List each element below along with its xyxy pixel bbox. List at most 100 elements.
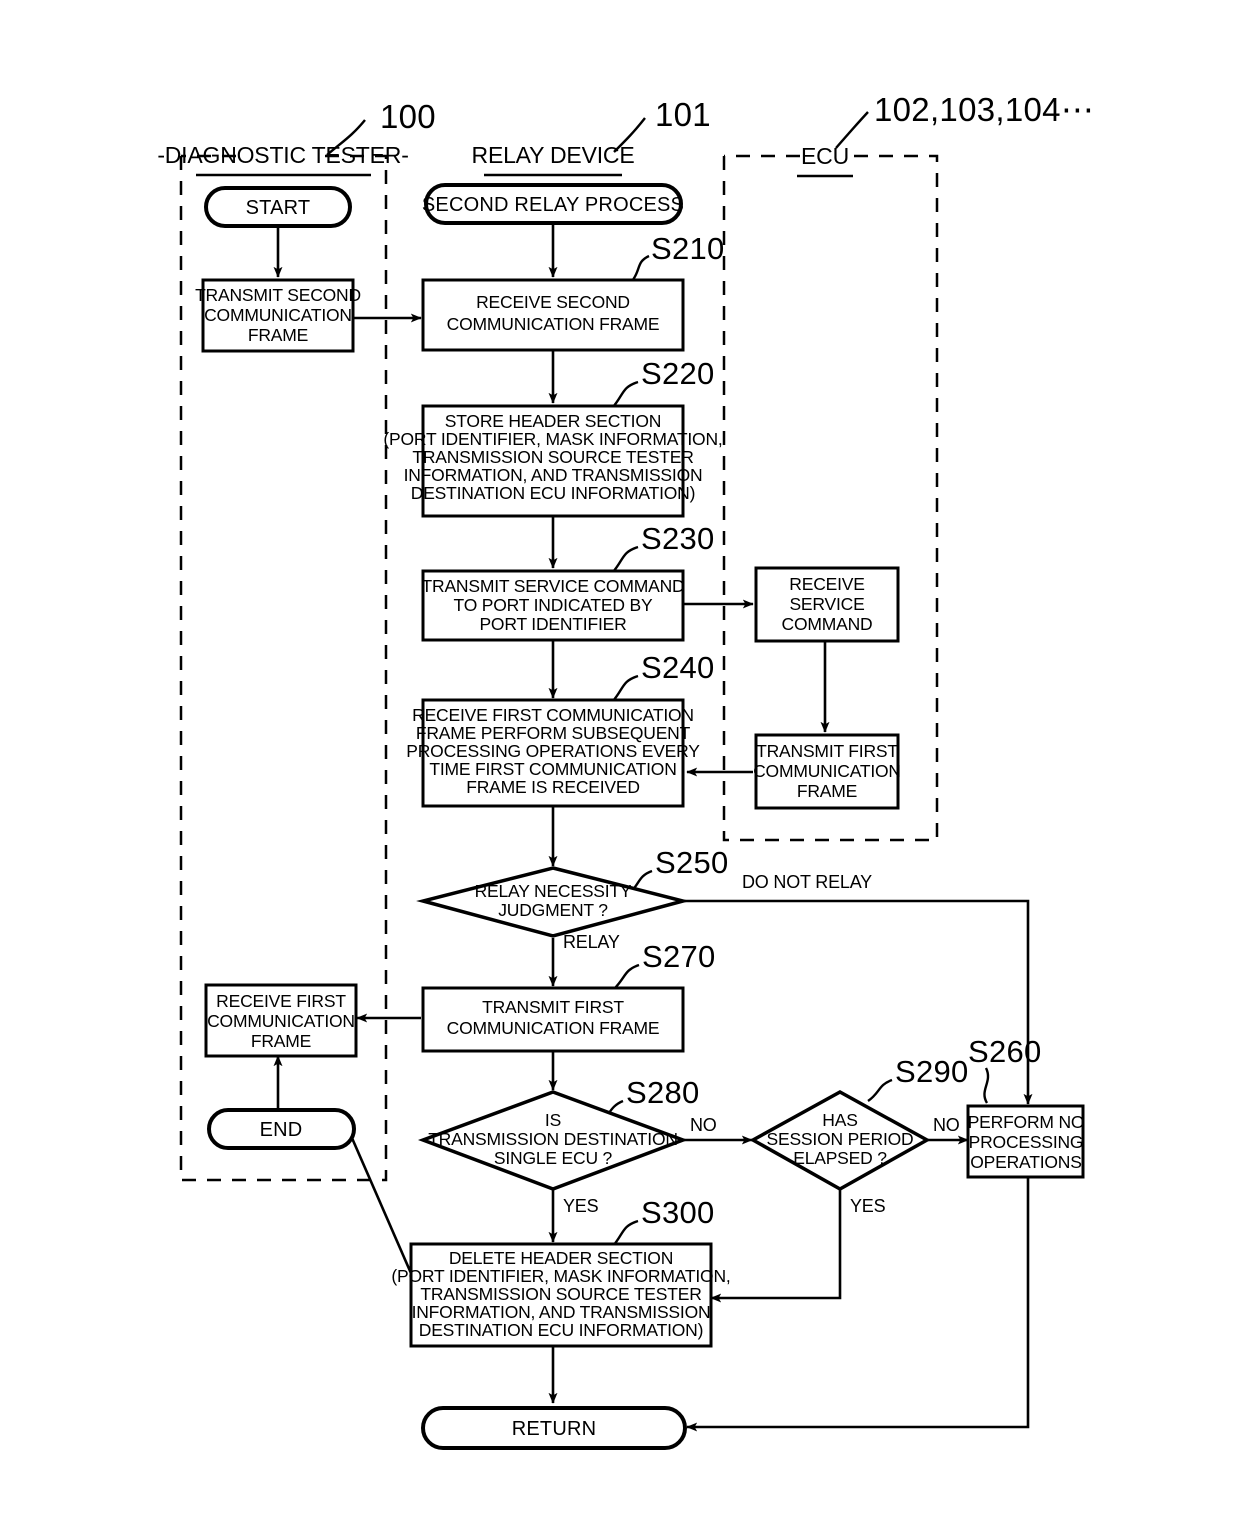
node-s240-line-1: RECEIVE FIRST COMMUNICATION xyxy=(412,705,694,725)
branch-label-s280-yes: YES xyxy=(563,1196,599,1216)
node-s290-line-2: SESSION PERIOD xyxy=(767,1129,914,1149)
node-receive-service-line-2: SERVICE xyxy=(789,594,864,614)
step-label-s220: S220 xyxy=(641,356,715,391)
node-s300-line-2: (PORT IDENTIFIER, MASK INFORMATION, xyxy=(391,1266,730,1286)
node-s220-store-header-section[interactable]: STORE HEADER SECTION (PORT IDENTIFIER, M… xyxy=(383,404,723,518)
node-transmit-second-line-2: COMMUNICATION xyxy=(204,305,352,325)
reference-number-101: 101 xyxy=(655,96,711,133)
step-leader-s300: S300 xyxy=(612,1195,715,1247)
node-s240-line-5: FRAME IS RECEIVED xyxy=(466,777,640,797)
node-s280-line-1: IS xyxy=(545,1110,561,1130)
node-s250-line-2: JUDGMENT ? xyxy=(498,900,608,920)
step-leader-s230: S230 xyxy=(612,521,715,573)
node-receive-first-communication-frame-tester[interactable]: RECEIVE FIRST COMMUNICATION FRAME xyxy=(204,983,358,1058)
node-s290-line-1: HAS xyxy=(822,1110,857,1130)
node-receive-first-tester-line-3: FRAME xyxy=(251,1031,311,1051)
node-return-label: RETURN xyxy=(512,1418,597,1440)
step-leader-s210: S210 xyxy=(631,231,725,282)
node-s250-line-1: RELAY NECESSITY xyxy=(475,881,632,901)
node-transmit-second-line-1: TRANSMIT SECOND xyxy=(195,285,361,305)
node-receive-service-line-1: RECEIVE xyxy=(789,574,864,594)
step-label-s250: S250 xyxy=(655,845,729,880)
step-leader-s290: S290 xyxy=(867,1054,969,1102)
step-label-s230: S230 xyxy=(641,521,715,556)
node-s300-line-3: TRANSMISSION SOURCE TESTER xyxy=(420,1284,701,1304)
branch-label-s250-do-not-relay: DO NOT RELAY xyxy=(742,872,872,892)
connector-s300-to-end xyxy=(343,1121,419,1288)
node-transmit-first-ecu-line-2: COMMUNICATION xyxy=(753,761,901,781)
node-s220-line-5: DESTINATION ECU INFORMATION) xyxy=(411,483,695,503)
branch-label-s250-relay: RELAY xyxy=(563,932,620,952)
figure-page: -DIAGNOSTIC TESTER- ECU RELAY DEVICE 100… xyxy=(0,0,1240,1526)
step-label-s270: S270 xyxy=(642,939,716,974)
step-label-s210: S210 xyxy=(651,231,725,266)
reference-leader-102: 102,103,104⋯ xyxy=(835,91,1094,149)
node-transmit-first-ecu-line-3: FRAME xyxy=(797,781,857,801)
node-s260-perform-no-processing-operations[interactable]: PERFORM NO PROCESSING OPERATIONS xyxy=(966,1104,1085,1179)
branch-label-s290-no: NO xyxy=(933,1115,960,1135)
node-s290-has-session-period-elapsed[interactable]: HAS SESSION PERIOD ELAPSED ? xyxy=(749,1090,931,1192)
reference-number-100: 100 xyxy=(380,98,436,135)
step-label-s260: S260 xyxy=(968,1034,1042,1069)
node-s220-line-1: STORE HEADER SECTION xyxy=(445,411,661,431)
flowchart-canvas: -DIAGNOSTIC TESTER- ECU RELAY DEVICE 100… xyxy=(157,91,1094,1450)
node-end-label: END xyxy=(260,1119,303,1141)
node-s290-line-3: ELAPSED ? xyxy=(793,1148,887,1168)
node-s240-line-3: PROCESSING OPERATIONS EVERY xyxy=(406,741,700,761)
step-label-s290: S290 xyxy=(895,1054,969,1089)
node-s260-line-2: PROCESSING xyxy=(969,1132,1084,1152)
node-s230-transmit-service-command[interactable]: TRANSMIT SERVICE COMMAND TO PORT INDICAT… xyxy=(421,569,685,642)
node-s210-line-2: COMMUNICATION FRAME xyxy=(447,314,660,334)
node-s270-transmit-first-communication-frame[interactable]: TRANSMIT FIRST COMMUNICATION FRAME xyxy=(421,986,685,1053)
node-start[interactable]: START xyxy=(204,186,352,228)
step-leader-s270: S270 xyxy=(613,939,716,990)
node-receive-service-command[interactable]: RECEIVE SERVICE COMMAND xyxy=(754,566,900,643)
node-second-relay-process-label: SECOND RELAY PROCESS xyxy=(422,194,684,216)
node-s300-delete-header-section[interactable]: DELETE HEADER SECTION (PORT IDENTIFIER, … xyxy=(391,1242,731,1348)
node-start-label: START xyxy=(246,197,311,219)
step-leader-s240: S240 xyxy=(612,650,715,702)
step-label-s240: S240 xyxy=(641,650,715,685)
branch-label-s280-no: NO xyxy=(690,1115,717,1135)
node-end[interactable]: END xyxy=(207,1108,356,1150)
node-transmit-second-line-3: FRAME xyxy=(248,325,308,345)
node-return[interactable]: RETURN xyxy=(421,1406,687,1450)
node-s260-line-1: PERFORM NO xyxy=(968,1112,1085,1132)
branch-label-s290-yes: YES xyxy=(850,1196,886,1216)
node-s240-receive-first-communication-frame[interactable]: RECEIVE FIRST COMMUNICATION FRAME PERFOR… xyxy=(406,698,700,808)
region-label-relay-device: RELAY DEVICE xyxy=(472,142,635,168)
node-s300-line-1: DELETE HEADER SECTION xyxy=(449,1248,673,1268)
node-s220-line-3: TRANSMISSION SOURCE TESTER xyxy=(412,447,693,467)
step-leader-s220: S220 xyxy=(612,356,715,408)
node-transmit-first-ecu-line-1: TRANSMIT FIRST xyxy=(756,741,898,761)
connector-s250-do-not-relay-to-s260 xyxy=(683,899,1033,1105)
node-s280-line-2: TRANSMISSION DESTINATION xyxy=(428,1129,678,1149)
node-transmit-first-communication-frame-ecu[interactable]: TRANSMIT FIRST COMMUNICATION FRAME xyxy=(753,733,901,810)
step-leader-s250: S250 xyxy=(627,845,729,896)
step-label-s280: S280 xyxy=(626,1075,700,1110)
node-s270-line-2: COMMUNICATION FRAME xyxy=(447,1018,660,1038)
node-s280-line-3: SINGLE ECU ? xyxy=(494,1148,613,1168)
node-receive-first-tester-line-1: RECEIVE FIRST xyxy=(216,991,346,1011)
node-s260-line-3: OPERATIONS xyxy=(970,1152,1081,1172)
node-s230-line-1: TRANSMIT SERVICE COMMAND xyxy=(422,576,685,596)
step-leader-s260: S260 xyxy=(968,1034,1042,1104)
node-s240-line-2: FRAME PERFORM SUBSEQUENT xyxy=(416,723,691,743)
node-second-relay-process[interactable]: SECOND RELAY PROCESS xyxy=(422,183,684,225)
node-s230-line-2: TO PORT INDICATED BY xyxy=(454,595,653,615)
node-s220-line-2: (PORT IDENTIFIER, MASK INFORMATION, xyxy=(383,429,722,449)
node-s300-line-5: DESTINATION ECU INFORMATION) xyxy=(419,1320,703,1340)
region-label-ecu: ECU xyxy=(801,143,849,169)
node-s210-receive-second-communication-frame[interactable]: RECEIVE SECOND COMMUNICATION FRAME xyxy=(421,278,685,352)
node-s210-line-1: RECEIVE SECOND xyxy=(476,292,630,312)
node-s250-relay-necessity-judgment[interactable]: RELAY NECESSITY JUDGMENT ? xyxy=(416,866,690,938)
region-label-diagnostic-tester: -DIAGNOSTIC TESTER- xyxy=(157,142,408,168)
node-s270-line-1: TRANSMIT FIRST xyxy=(482,997,624,1017)
node-receive-first-tester-line-2: COMMUNICATION xyxy=(207,1011,355,1031)
node-s220-line-4: INFORMATION, AND TRANSMISSION xyxy=(404,465,703,485)
region-relay-device: RELAY DEVICE xyxy=(472,142,635,177)
step-label-s300: S300 xyxy=(641,1195,715,1230)
node-transmit-second-communication-frame[interactable]: TRANSMIT SECOND COMMUNICATION FRAME xyxy=(195,278,361,353)
node-s300-line-4: INFORMATION, AND TRANSMISSION xyxy=(412,1302,711,1322)
reference-number-102-103-104: 102,103,104⋯ xyxy=(874,91,1094,128)
